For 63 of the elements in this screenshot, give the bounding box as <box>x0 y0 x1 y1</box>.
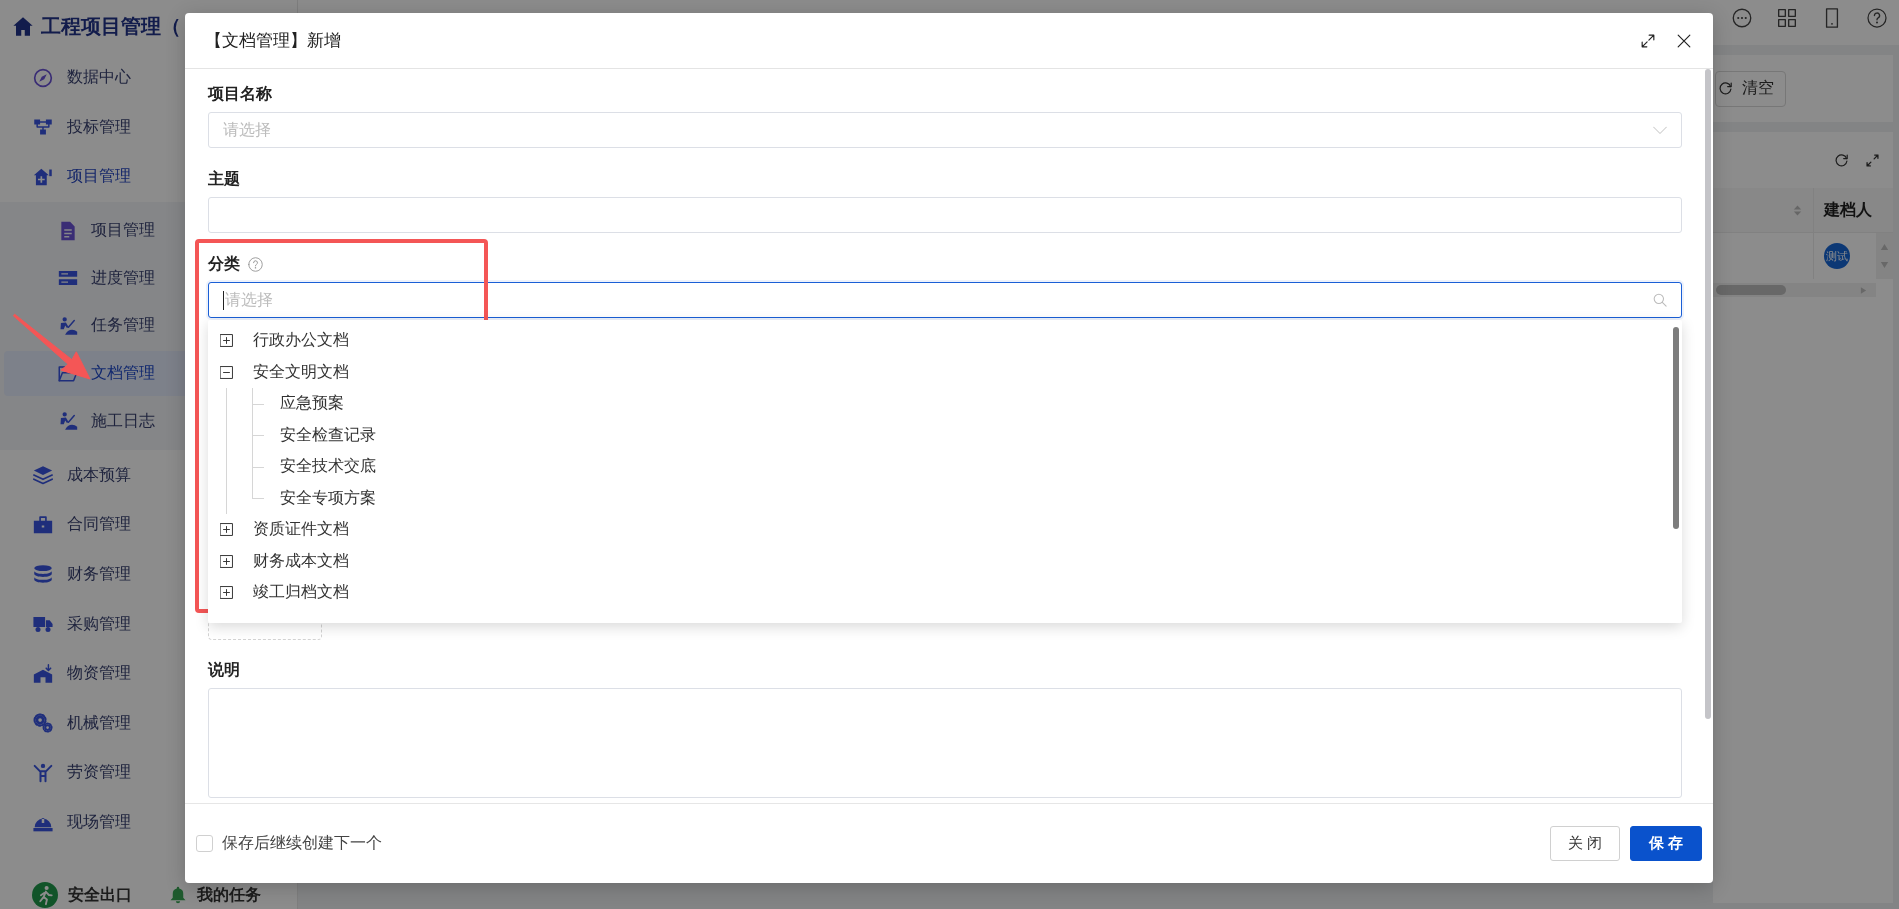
category-select[interactable]: 请选择 <box>208 282 1682 318</box>
save-button[interactable]: 保 存 <box>1630 826 1702 861</box>
tree-node[interactable]: 财务成本文档 <box>208 545 1682 577</box>
subject-field[interactable] <box>208 197 1682 233</box>
tree-node[interactable]: 安全检查记录 <box>227 419 1682 451</box>
coins-icon <box>33 564 53 585</box>
horizontal-scrollbar[interactable] <box>1713 283 1876 297</box>
scrollbar-thumb[interactable] <box>1673 327 1679 529</box>
field-label: 分类 <box>208 253 240 274</box>
worker-icon <box>58 411 78 432</box>
menu-item[interactable]: 机械管理 <box>4 700 297 747</box>
chat-icon[interactable] <box>1732 8 1752 28</box>
clear-button[interactable]: 清空 <box>1715 70 1786 107</box>
scrollbar-thumb[interactable] <box>1716 285 1786 295</box>
footer-link[interactable]: 安全出口 <box>32 882 132 908</box>
scrollbar-thumb[interactable] <box>1705 69 1711 719</box>
field-label: 项目名称 <box>208 83 272 104</box>
close-button[interactable]: 关 闭 <box>1550 826 1620 861</box>
grid-icon[interactable] <box>1777 8 1797 28</box>
compass-icon <box>33 67 53 88</box>
chevron-down-icon <box>1653 123 1667 137</box>
checkbox-label[interactable]: 保存后继续创建下一个 <box>222 833 382 854</box>
house-plus-icon <box>33 166 53 187</box>
truck-icon <box>33 614 53 635</box>
column-header: 建档人 <box>1824 199 1872 220</box>
checkbox[interactable] <box>196 835 213 852</box>
user-avatar: 测试 <box>1824 243 1850 269</box>
plus-box-icon[interactable] <box>220 523 233 537</box>
project-select[interactable]: 请选择 <box>208 112 1682 148</box>
close-icon[interactable] <box>1677 33 1691 48</box>
tree-node[interactable]: 安全专项方案 <box>227 482 1682 514</box>
bell-icon <box>169 886 187 904</box>
plus-box-icon[interactable] <box>220 554 233 568</box>
dialog-title: 【文档管理】新增 <box>205 30 341 52</box>
field-label: 主题 <box>208 168 240 189</box>
refresh-icon[interactable] <box>1835 153 1848 167</box>
fullscreen-icon[interactable] <box>1641 33 1655 48</box>
footer-link[interactable]: 我的任务 <box>169 884 261 906</box>
menu-item[interactable]: 劳资管理 <box>4 750 297 796</box>
tree-node[interactable]: 资质证件文档 <box>208 514 1682 546</box>
help-icon[interactable] <box>1867 8 1887 28</box>
field-label: 说明 <box>208 659 240 680</box>
worker-icon <box>58 315 78 336</box>
plus-box-icon[interactable] <box>220 586 233 600</box>
search-input[interactable]: 请选择 <box>225 291 1653 309</box>
tree-node[interactable]: 安全技术交底 <box>227 451 1682 483</box>
briefcase-icon <box>33 514 53 535</box>
search-icon <box>1653 293 1667 307</box>
app-title: 工程项目管理（ <box>41 13 181 39</box>
menu-item[interactable]: 项目管理 <box>4 207 297 254</box>
minus-box-icon[interactable] <box>220 365 233 379</box>
person-icon <box>33 762 53 783</box>
nodes-icon <box>33 117 53 138</box>
home-icon[interactable] <box>12 15 34 37</box>
select-input[interactable]: 请选择 <box>223 121 1653 139</box>
description-field[interactable] <box>208 688 1682 798</box>
plus-box-icon[interactable] <box>220 334 233 348</box>
layers-icon <box>33 465 53 486</box>
text-cursor-icon <box>223 290 224 310</box>
refresh-icon <box>1719 82 1732 95</box>
document-icon <box>58 220 78 241</box>
warehouse-icon <box>33 663 53 684</box>
gears-icon <box>33 713 53 734</box>
